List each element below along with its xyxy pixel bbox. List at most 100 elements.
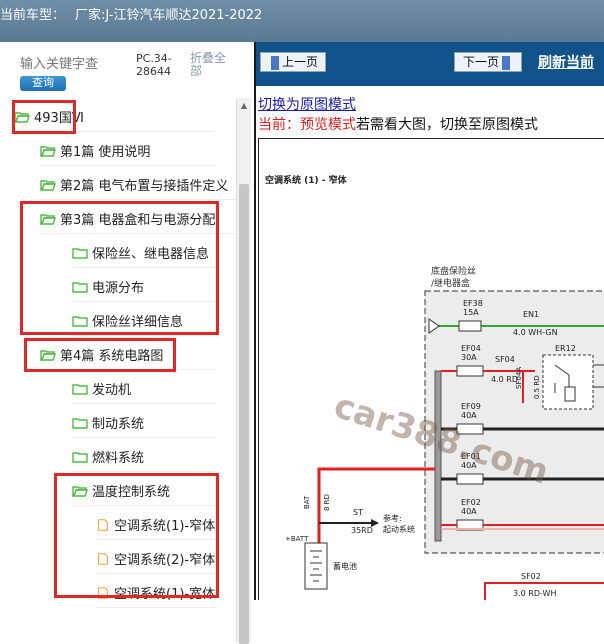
battery-label: 蓄电池: [333, 561, 357, 571]
fuse-id: EF09: [461, 402, 481, 411]
folder-icon: [72, 281, 88, 293]
page-nav-bar: 上一页 下一页 刷新当前: [256, 42, 604, 86]
scrollbar-thumb[interactable]: [239, 184, 249, 644]
mode-status: 当前：预览模式若需看大图，切换至原图模式: [258, 114, 538, 134]
sf02-label: SF02: [521, 572, 541, 581]
page-icon: [98, 518, 108, 531]
tree-node-label: 保险丝、继电器信息: [92, 247, 210, 262]
tree-node-label: 第3篇 电器盒和与电源分配: [60, 213, 216, 228]
wire-red-bat: [317, 467, 435, 543]
arrow-right-icon: [502, 55, 510, 70]
folder-open-icon: [40, 145, 56, 157]
tree-node-ac-1-wide[interactable]: 空调系统(1)-宽体: [96, 578, 216, 608]
tree-node-label: 温度控制系统: [92, 485, 171, 500]
ref-label-1: 参考:: [383, 513, 402, 523]
status-mode: 预览模式: [300, 117, 356, 133]
ref-label-2: 起动系统: [383, 524, 415, 534]
fuse-symbol: [456, 473, 484, 485]
arrow-left-icon: [270, 55, 279, 70]
tree-node-brake[interactable]: 制动系统: [72, 408, 216, 438]
folder-icon: [72, 383, 88, 395]
tree-node-label: 空调系统(1)-宽体: [114, 587, 216, 602]
bat-wire: 8 RD: [323, 494, 331, 511]
fuse-id: EF38: [463, 299, 483, 308]
st-wire: 35RD: [351, 526, 373, 535]
tree-node-part1[interactable]: 第1篇 使用说明: [40, 136, 216, 166]
fuse-id: EF04: [461, 344, 481, 353]
page-icon: [98, 586, 108, 599]
battery-symbol: [304, 542, 328, 590]
vehicle-label: 当前车型：: [0, 8, 66, 23]
folder-open-icon: [40, 179, 56, 191]
batt-label: +BATT: [285, 535, 309, 543]
fuse-symbol: [458, 320, 482, 332]
folder-open-icon: [72, 485, 88, 497]
status-suffix: 若需看大图，切换至原图模式: [356, 117, 538, 133]
wiring-diagram-svg: 空调系统 (1) - 窄体 底盘保险丝 /继电器盒 EF38 15A EN1 4…: [265, 174, 604, 600]
sf04a-label: SF04A: [515, 367, 523, 389]
sf04-label: SF04: [495, 355, 515, 364]
collapse-all-button[interactable]: 折叠全部: [190, 52, 234, 78]
tree-node-fuse-detail[interactable]: 保险丝详细信息: [72, 306, 216, 336]
tree-node-power-distribution[interactable]: 电源分布: [72, 272, 216, 302]
folder-icon: [72, 417, 88, 429]
fuse-rating: 40A: [461, 411, 477, 420]
next-page-button[interactable]: 下一页: [454, 52, 522, 72]
diagram-title: 空调系统 (1) - 窄体: [265, 174, 348, 186]
search-row: 查询 PC.34-28644 折叠全部: [18, 52, 243, 92]
tree-node-ac-1-narrow[interactable]: 空调系统(1)-窄体: [96, 510, 216, 540]
prev-page-label: 上一页: [281, 55, 318, 69]
pc-code: PC.34-28644: [136, 52, 172, 78]
folder-icon: [72, 451, 88, 463]
tree-node-part3[interactable]: 第3篇 电器盒和与电源分配: [40, 204, 236, 234]
folder-icon: [72, 315, 88, 327]
tree-node-493[interactable]: 493国Ⅵ: [14, 102, 214, 132]
tree-node-ac-2-narrow[interactable]: 空调系统(2)-窄体: [96, 544, 216, 574]
tree-node-part4[interactable]: 第4篇 系统电路图: [40, 340, 216, 370]
wiring-diagram: 空调系统 (1) - 窄体 底盘保险丝 /继电器盒 EF38 15A EN1 4…: [258, 138, 604, 600]
relay-label: ER12: [555, 344, 576, 353]
fuse-symbol: [456, 365, 484, 377]
tree-node-fuse-relay[interactable]: 保险丝、继电器信息: [72, 238, 216, 268]
folder-open-icon: [40, 349, 56, 361]
tree-node-label: 第4篇 系统电路图: [60, 349, 164, 364]
fuse-rating: 15A: [463, 308, 479, 317]
tree-node-label: 空调系统(2)-窄体: [114, 553, 216, 568]
fuse-id: EF02: [461, 498, 481, 507]
tree-node-part2[interactable]: 第2篇 电气布置与接插件定义: [40, 170, 236, 200]
box-label-2: /继电器盒: [431, 277, 470, 289]
tree-node-fuel[interactable]: 燃料系统: [72, 442, 216, 472]
switch-mode-link[interactable]: 切换为原图模式: [258, 94, 356, 114]
refresh-link[interactable]: 刷新当前: [538, 52, 594, 72]
en1-wire: 4.0 WH-GN: [513, 328, 558, 337]
tree-node-label: 保险丝详细信息: [92, 315, 184, 330]
folder-open-icon: [14, 111, 30, 123]
page-icon: [98, 552, 108, 565]
next-page-label: 下一页: [462, 55, 499, 69]
relay-coil-icon: [564, 386, 576, 402]
title-bar: 当前车型： 厂家:J-江铃汽车顺达2021-2022: [0, 0, 604, 42]
vehicle-value: 厂家:J-江铃汽车顺达2021-2022: [75, 8, 263, 23]
prev-page-button[interactable]: 上一页: [260, 52, 326, 72]
tree-node-climate[interactable]: 温度控制系统: [72, 476, 216, 506]
status-prefix: 当前：: [258, 117, 300, 133]
sidebar: 查询 PC.34-28644 折叠全部 493国Ⅵ 第1篇 使用说明 第2篇 电…: [0, 42, 251, 644]
en1-label: EN1: [523, 310, 539, 319]
tree-node-label: 第2篇 电气布置与接插件定义: [60, 179, 229, 194]
sidebar-scrollbar[interactable]: ▲: [236, 98, 251, 644]
tree-node-label: 发动机: [92, 383, 132, 398]
tree-node-label: 电源分布: [92, 281, 145, 296]
sf04-wire: 4.0 RD: [491, 375, 518, 384]
tree-node-label: 第1篇 使用说明: [60, 145, 151, 160]
search-input[interactable]: [20, 54, 130, 72]
fuse-rating: 40A: [461, 507, 477, 516]
fuse-rating: 30A: [461, 353, 477, 362]
sf04a-wire: 0.5 RD: [533, 375, 541, 399]
search-button[interactable]: 查询: [20, 76, 66, 91]
tree-node-engine[interactable]: 发动机: [72, 374, 216, 404]
tree-node-label: 制动系统: [92, 417, 145, 432]
sf02-wire: 3.0 RD-WH: [513, 589, 556, 598]
scroll-up-arrow-icon[interactable]: ▲: [237, 98, 251, 114]
tree-node-label: 燃料系统: [92, 451, 145, 466]
bat-label: BAT: [303, 495, 311, 509]
